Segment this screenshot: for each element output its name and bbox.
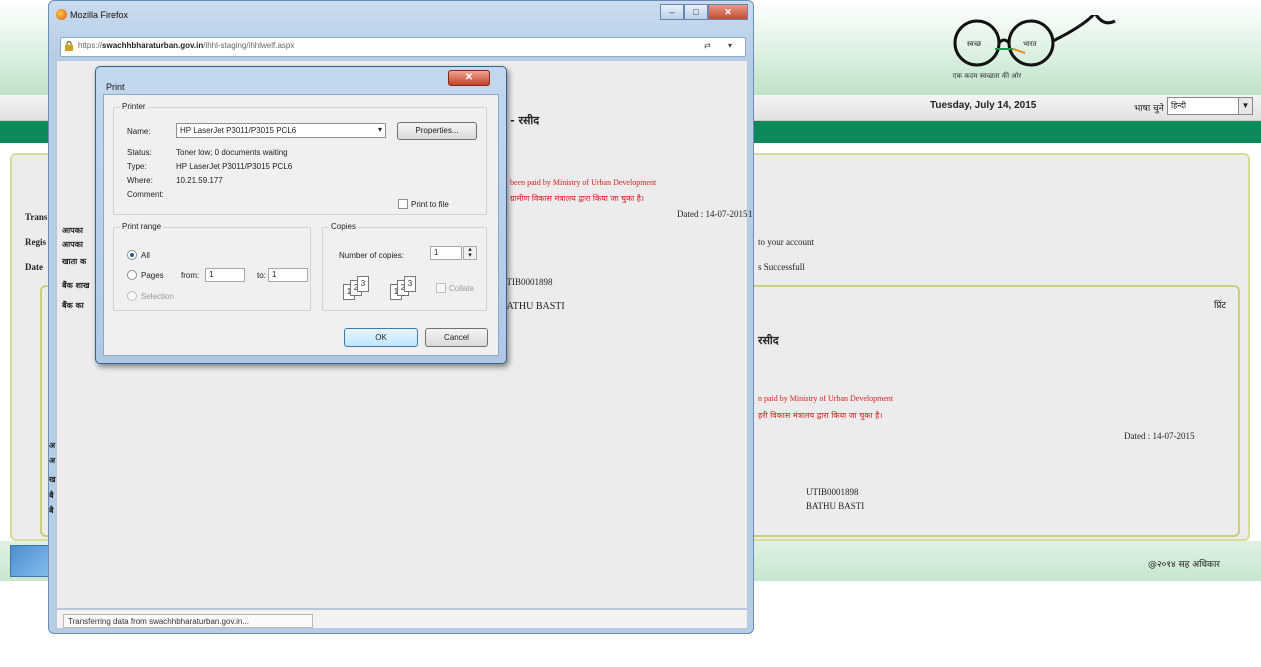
printer-select[interactable]: HP LaserJet P3011/P3015 PCL6 ▾	[176, 123, 386, 138]
collate-label: Collate	[449, 284, 474, 293]
receipt-row-label: आपका	[62, 240, 83, 249]
range-selection-radio[interactable]	[127, 291, 137, 301]
copies-input[interactable]: 1	[430, 246, 462, 260]
receipt-row-label-2: अ	[49, 441, 56, 450]
logo-tagline: एक कदम स्वच्छता की ओर	[952, 72, 1022, 80]
properties-button[interactable]: Properties...	[397, 122, 477, 140]
to-label: to:	[257, 271, 266, 280]
maximize-button[interactable]: □	[684, 4, 708, 20]
success-text: s Successfull	[758, 262, 805, 272]
receipt-row-label: खाता क	[62, 257, 87, 266]
url-prefix: https://	[78, 41, 103, 50]
receipt-row-label: आपका	[62, 226, 83, 235]
receipt-row-label: बैंक शाख	[62, 281, 90, 290]
copies-spinner[interactable]: ▴ ▾	[463, 246, 477, 260]
receipt-row-label-2: ख	[49, 475, 56, 484]
print-range-label: Print range	[120, 222, 164, 231]
range-all-label: All	[141, 251, 150, 260]
date-label: Date	[25, 262, 43, 272]
status-text: Transferring data from swachhbharaturban…	[63, 614, 313, 628]
type-label: Type:	[127, 162, 147, 171]
copies-label: Copies	[329, 222, 358, 231]
from-page-input[interactable]: 1	[205, 268, 245, 282]
ifsc-code: UTIB0001898	[500, 277, 553, 287]
receipt-heading-2: रसीद	[758, 334, 779, 347]
registration-label: Regis	[25, 237, 46, 247]
language-label: भाषा चुने :	[1134, 104, 1170, 114]
receipt-row-label: बैंक का	[62, 301, 84, 310]
comment-label: Comment:	[127, 190, 164, 199]
type-value: HP LaserJet P3011/P3015 PCL6	[176, 162, 293, 171]
printer-group-label: Printer	[120, 102, 148, 111]
where-label: Where:	[127, 176, 153, 185]
print-to-file-label: Print to file	[411, 200, 449, 209]
cancel-button[interactable]: Cancel	[425, 328, 488, 347]
url-dropdown-icon[interactable]: ▾	[728, 41, 732, 50]
page-icon: 3	[404, 276, 416, 292]
browser-title: Mozilla Firefox	[70, 10, 129, 20]
range-all-radio[interactable]	[127, 250, 137, 260]
language-select-value: हिन्दी	[1171, 101, 1187, 110]
ok-button[interactable]: OK	[344, 328, 418, 347]
range-selection-label: Selection	[141, 292, 174, 301]
receipt-row-label-2: अ	[49, 456, 56, 465]
dated-marker: 1	[748, 209, 753, 219]
page-icon: 3	[357, 276, 369, 292]
url-text: https://swachhbharaturban.gov.in/ihhl-st…	[78, 41, 294, 50]
printer-select-value: HP LaserJet P3011/P3015 PCL6	[180, 126, 297, 135]
close-window-button[interactable]: ✕	[708, 4, 748, 20]
chevron-down-icon: ▾	[377, 125, 382, 134]
payment-note-hi-2: हरी विकास मंत्रालय द्वारा किया जा चुका ह…	[758, 411, 883, 420]
number-of-copies-label: Number of copies:	[339, 251, 404, 260]
close-dialog-button[interactable]: ✕	[448, 70, 490, 86]
site-rank-icon[interactable]: ⇄	[704, 41, 711, 50]
logo-left-text: स्वच्छ	[967, 40, 982, 48]
receipt-row-label-2: बै	[49, 491, 54, 500]
payment-note-hi: ग्रामीण विकास मंत्रालय द्वारा किया जा चु…	[510, 194, 645, 203]
status-label: Status:	[127, 148, 152, 157]
print-link[interactable]: प्रिंट	[1214, 298, 1226, 311]
minimize-button[interactable]: –	[660, 4, 684, 20]
receipt-row-label-2: बै	[49, 506, 54, 515]
account-text: to your account	[758, 237, 814, 247]
payment-note-en: been paid by Ministry of Urban Developme…	[510, 178, 657, 187]
lock-icon	[65, 41, 73, 51]
language-select[interactable]: हिन्दी ▼	[1167, 97, 1253, 115]
chevron-down-icon: ▼	[1238, 98, 1252, 114]
dated: Dated : 14-07-2015	[677, 209, 748, 219]
collate-checkbox[interactable]	[436, 283, 446, 293]
logo-right-text: भारत	[1023, 40, 1037, 48]
where-value: 10.21.59.177	[176, 176, 223, 185]
status-value: Toner low; 0 documents waiting	[176, 148, 288, 157]
url-path: /ihhl-staging/ihhlwelf.aspx	[203, 41, 295, 50]
to-page-input[interactable]: 1	[268, 268, 308, 282]
transaction-label: Trans	[25, 212, 48, 222]
footer-copyright: @२०१४ सह अधिकार	[1148, 560, 1220, 570]
site-date: Tuesday, July 14, 2015	[930, 100, 1037, 111]
range-pages-label: Pages	[141, 271, 164, 280]
print-dialog-title: Print	[106, 82, 125, 92]
from-label: from:	[181, 271, 200, 280]
print-to-file-checkbox[interactable]	[398, 199, 408, 209]
payment-note-en-2: n paid by Ministry of Urban Development	[758, 394, 894, 403]
firefox-icon	[56, 9, 67, 20]
range-pages-radio[interactable]	[127, 270, 137, 280]
branch-name-2: BATHU BASTI	[806, 501, 865, 511]
name-label: Name:	[127, 127, 151, 136]
dated-2: Dated : 14-07-2015	[1124, 431, 1195, 441]
ifsc-code-2: UTIB0001898	[806, 487, 859, 497]
url-host: swachhbharaturban.gov.in	[102, 41, 204, 50]
branch-name: BATHU BASTI	[500, 301, 565, 312]
